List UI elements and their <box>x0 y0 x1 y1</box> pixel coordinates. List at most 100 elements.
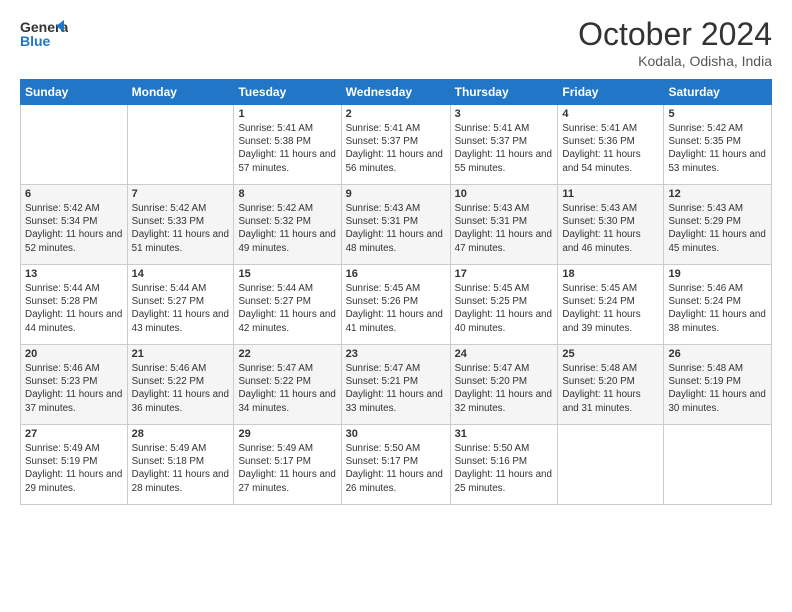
calendar-cell: 22 Sunrise: 5:47 AMSunset: 5:22 PMDayligh… <box>234 345 341 425</box>
day-number: 27 <box>25 428 123 440</box>
title-block: October 2024 Kodala, Odisha, India <box>578 16 772 69</box>
day-number: 18 <box>562 268 659 280</box>
day-number: 9 <box>346 188 446 200</box>
day-number: 11 <box>562 188 659 200</box>
calendar-cell: 17Sunrise: 5:45 AMSunset: 5:25 PMDayligh… <box>450 265 558 345</box>
cell-info: Sunrise: 5:41 AMSunset: 5:38 PMDaylight:… <box>238 122 336 175</box>
calendar-cell: 9 Sunrise: 5:43 AMSunset: 5:31 PMDaylight… <box>341 185 450 265</box>
calendar-cell: 31 Sunrise: 5:50 AMSunset: 5:16 PMDayligh… <box>450 425 558 505</box>
day-number: 4 <box>562 108 659 120</box>
calendar-cell: 10 Sunrise: 5:43 AMSunset: 5:31 PMDayligh… <box>450 185 558 265</box>
day-header-thursday: Thursday <box>450 80 558 105</box>
calendar-cell: 20Sunrise: 5:46 AMSunset: 5:23 PMDayligh… <box>21 345 128 425</box>
day-number: 12 <box>668 188 767 200</box>
cell-info: Sunrise: 5:49 AMSunset: 5:17 PMDaylight:… <box>238 442 336 495</box>
calendar-cell: 30 Sunrise: 5:50 AMSunset: 5:17 PMDayligh… <box>341 425 450 505</box>
calendar-table: SundayMondayTuesdayWednesdayThursdayFrid… <box>20 79 772 505</box>
calendar-cell: 12 Sunrise: 5:43 AMSunset: 5:29 PMDayligh… <box>664 185 772 265</box>
calendar-cell: 27 Sunrise: 5:49 AMSunset: 5:19 PMDayligh… <box>21 425 128 505</box>
calendar-cell <box>21 105 128 185</box>
calendar-cell: 7Sunrise: 5:42 AMSunset: 5:33 PMDaylight… <box>127 185 234 265</box>
cell-info: Sunrise: 5:50 AMSunset: 5:17 PMDaylight:… <box>346 442 446 495</box>
cell-info: Sunrise: 5:47 AMSunset: 5:20 PMDaylight:… <box>455 362 554 415</box>
calendar-cell: 21Sunrise: 5:46 AMSunset: 5:22 PMDayligh… <box>127 345 234 425</box>
day-number: 23 <box>346 348 446 360</box>
day-header-wednesday: Wednesday <box>341 80 450 105</box>
day-number: 3 <box>455 108 554 120</box>
location: Kodala, Odisha, India <box>578 53 772 69</box>
day-header-sunday: Sunday <box>21 80 128 105</box>
calendar-cell <box>127 105 234 185</box>
day-number: 29 <box>238 428 336 440</box>
day-number: 24 <box>455 348 554 360</box>
cell-info: Sunrise: 5:44 AMSunset: 5:27 PMDaylight:… <box>132 282 230 335</box>
calendar-cell: 23Sunrise: 5:47 AMSunset: 5:21 PMDayligh… <box>341 345 450 425</box>
cell-info: Sunrise: 5:45 AMSunset: 5:26 PMDaylight:… <box>346 282 446 335</box>
cell-info: Sunrise: 5:41 AMSunset: 5:36 PMDaylight:… <box>562 122 659 175</box>
cell-info: Sunrise: 5:41 AMSunset: 5:37 PMDaylight:… <box>455 122 554 175</box>
day-number: 1 <box>238 108 336 120</box>
cell-info: Sunrise: 5:42 AMSunset: 5:35 PMDaylight:… <box>668 122 767 175</box>
calendar-cell: 29 Sunrise: 5:49 AMSunset: 5:17 PMDayligh… <box>234 425 341 505</box>
day-number: 31 <box>455 428 554 440</box>
cell-info: Sunrise: 5:50 AMSunset: 5:16 PMDaylight:… <box>455 442 554 495</box>
day-number: 30 <box>346 428 446 440</box>
svg-text:Blue: Blue <box>20 33 51 49</box>
day-number: 7 <box>132 188 230 200</box>
day-number: 8 <box>238 188 336 200</box>
logo-icon: General Blue <box>20 16 68 52</box>
calendar-cell: 1 Sunrise: 5:41 AMSunset: 5:38 PMDaylight… <box>234 105 341 185</box>
day-header-tuesday: Tuesday <box>234 80 341 105</box>
cell-info: Sunrise: 5:43 AMSunset: 5:29 PMDaylight:… <box>668 202 767 255</box>
cell-info: Sunrise: 5:43 AMSunset: 5:31 PMDaylight:… <box>455 202 554 255</box>
cell-info: Sunrise: 5:42 AMSunset: 5:32 PMDaylight:… <box>238 202 336 255</box>
day-number: 5 <box>668 108 767 120</box>
month-title: October 2024 <box>578 16 772 53</box>
cell-info: Sunrise: 5:48 AMSunset: 5:19 PMDaylight:… <box>668 362 767 415</box>
calendar-cell: 8 Sunrise: 5:42 AMSunset: 5:32 PMDaylight… <box>234 185 341 265</box>
calendar-cell: 26 Sunrise: 5:48 AMSunset: 5:19 PMDayligh… <box>664 345 772 425</box>
calendar-cell: 5 Sunrise: 5:42 AMSunset: 5:35 PMDaylight… <box>664 105 772 185</box>
cell-info: Sunrise: 5:46 AMSunset: 5:24 PMDaylight:… <box>668 282 767 335</box>
header: General Blue October 2024 Kodala, Odisha… <box>20 16 772 69</box>
day-number: 20 <box>25 348 123 360</box>
day-number: 16 <box>346 268 446 280</box>
day-header-saturday: Saturday <box>664 80 772 105</box>
day-number: 10 <box>455 188 554 200</box>
cell-info: Sunrise: 5:43 AMSunset: 5:31 PMDaylight:… <box>346 202 446 255</box>
calendar-cell: 2 Sunrise: 5:41 AMSunset: 5:37 PMDaylight… <box>341 105 450 185</box>
cell-info: Sunrise: 5:41 AMSunset: 5:37 PMDaylight:… <box>346 122 446 175</box>
day-number: 15 <box>238 268 336 280</box>
cell-info: Sunrise: 5:44 AMSunset: 5:27 PMDaylight:… <box>238 282 336 335</box>
day-number: 6 <box>25 188 123 200</box>
calendar-cell: 24 Sunrise: 5:47 AMSunset: 5:20 PMDayligh… <box>450 345 558 425</box>
cell-info: Sunrise: 5:42 AMSunset: 5:34 PMDaylight:… <box>25 202 123 255</box>
calendar-cell: 19 Sunrise: 5:46 AMSunset: 5:24 PMDayligh… <box>664 265 772 345</box>
cell-info: Sunrise: 5:43 AMSunset: 5:30 PMDaylight:… <box>562 202 659 255</box>
day-number: 19 <box>668 268 767 280</box>
calendar-cell: 25Sunrise: 5:48 AMSunset: 5:20 PMDayligh… <box>558 345 664 425</box>
cell-info: Sunrise: 5:45 AMSunset: 5:24 PMDaylight:… <box>562 282 659 335</box>
day-number: 22 <box>238 348 336 360</box>
cell-info: Sunrise: 5:45 AMSunset: 5:25 PMDaylight:… <box>455 282 554 335</box>
calendar-cell <box>664 425 772 505</box>
day-number: 14 <box>132 268 230 280</box>
calendar-cell: 6 Sunrise: 5:42 AMSunset: 5:34 PMDaylight… <box>21 185 128 265</box>
calendar-cell: 14 Sunrise: 5:44 AMSunset: 5:27 PMDayligh… <box>127 265 234 345</box>
day-number: 21 <box>132 348 230 360</box>
calendar-cell: 15 Sunrise: 5:44 AMSunset: 5:27 PMDayligh… <box>234 265 341 345</box>
cell-info: Sunrise: 5:49 AMSunset: 5:19 PMDaylight:… <box>25 442 123 495</box>
calendar-cell: 18 Sunrise: 5:45 AMSunset: 5:24 PMDayligh… <box>558 265 664 345</box>
calendar-cell: 28Sunrise: 5:49 AMSunset: 5:18 PMDayligh… <box>127 425 234 505</box>
calendar-cell: 3 Sunrise: 5:41 AMSunset: 5:37 PMDaylight… <box>450 105 558 185</box>
logo: General Blue <box>20 16 68 57</box>
day-header-friday: Friday <box>558 80 664 105</box>
page: General Blue October 2024 Kodala, Odisha… <box>0 0 792 612</box>
day-number: 28 <box>132 428 230 440</box>
day-number: 13 <box>25 268 123 280</box>
day-number: 26 <box>668 348 767 360</box>
day-number: 2 <box>346 108 446 120</box>
calendar-cell: 4 Sunrise: 5:41 AMSunset: 5:36 PMDaylight… <box>558 105 664 185</box>
cell-info: Sunrise: 5:47 AMSunset: 5:22 PMDaylight:… <box>238 362 336 415</box>
cell-info: Sunrise: 5:44 AMSunset: 5:28 PMDaylight:… <box>25 282 123 335</box>
